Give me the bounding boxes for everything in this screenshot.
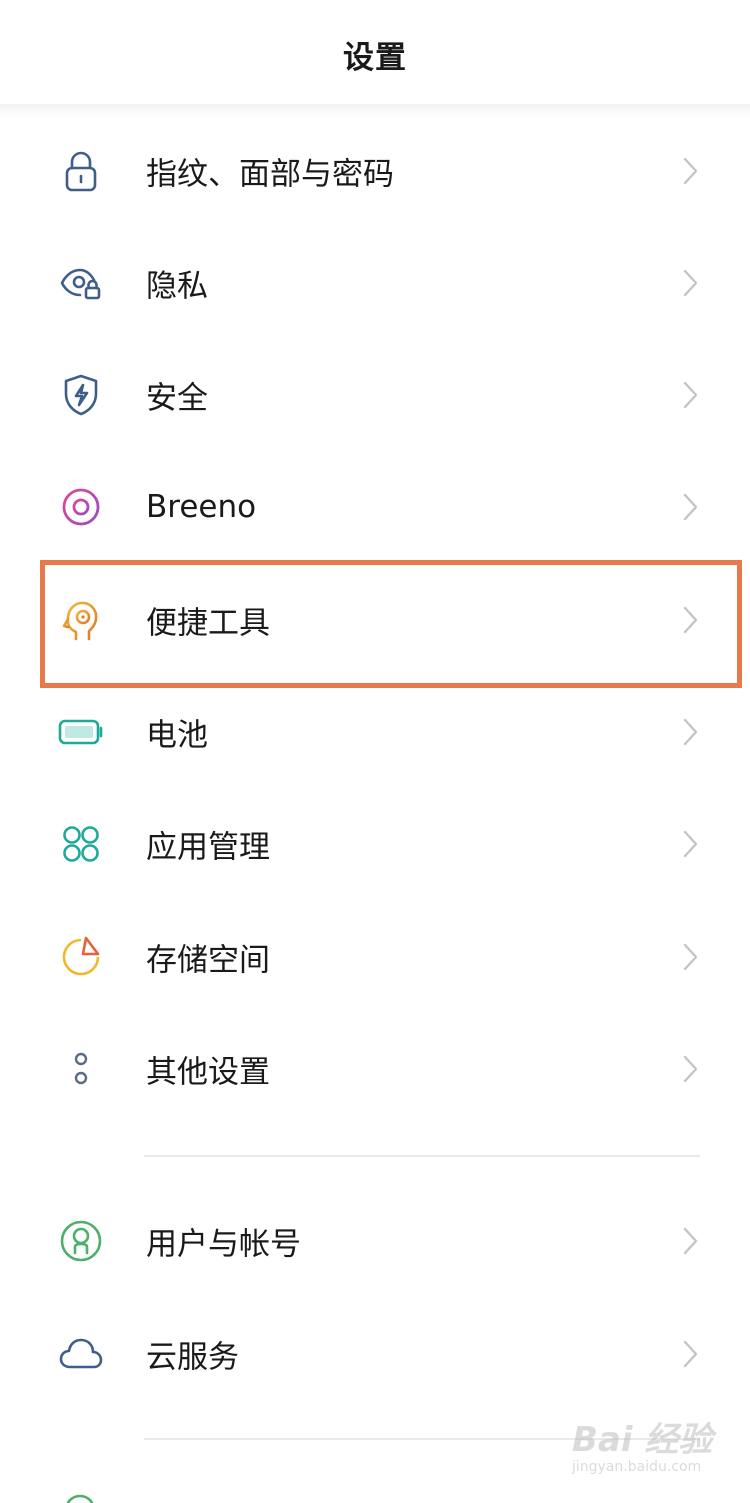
settings-item-app-management[interactable]: 应用管理 [0,788,750,900]
settings-item-storage[interactable]: 存储空间 [0,901,750,1013]
settings-item-label: 应用管理 [146,829,270,866]
settings-item-users-accounts[interactable]: 用户与帐号 [0,1185,750,1297]
app-grid-icon [50,813,112,875]
head-tool-icon [50,589,112,651]
battery-icon [50,701,112,763]
settings-item-convenience-tools[interactable]: 便捷工具 [0,564,750,676]
settings-item-label: 用户与帐号 [146,1226,301,1263]
section-divider [144,1155,700,1157]
settings-item-label: 安全 [146,380,208,417]
settings-item-fingerprint-face-password[interactable]: 指纹、面部与密码 [0,115,750,227]
chevron-right-icon [683,1340,698,1368]
breeno-ring-icon [50,476,112,538]
settings-item-other-settings[interactable]: 其他设置 [0,1013,750,1125]
privacy-eye-icon [50,252,112,314]
title-bar: 设置 [0,0,750,108]
chevron-right-icon [683,943,698,971]
settings-item-label: 其他设置 [146,1054,270,1091]
chevron-right-icon [683,830,698,858]
chevron-right-icon [683,381,698,409]
storage-pie-icon [50,926,112,988]
settings-item-privacy[interactable]: 隐私 [0,227,750,339]
baidu-jingyan-watermark: Bai 经验 jingyan.baidu.com [572,1412,722,1494]
chevron-right-icon [683,269,698,297]
settings-item-breeno[interactable]: Breeno [0,451,750,563]
chevron-right-icon [683,606,698,634]
settings-item-label: 云服务 [146,1339,239,1376]
settings-item-label: 便捷工具 [146,605,270,642]
page-title: 设置 [343,39,407,76]
settings-item-battery[interactable]: 电池 [0,676,750,788]
chevron-right-icon [683,1055,698,1083]
shield-bolt-icon [50,364,112,426]
cloud-icon [50,1323,112,1385]
settings-item-label: Breeno [146,489,257,525]
chevron-right-icon [683,718,698,746]
watermark-logo: Bai 经验 [572,1420,713,1460]
chevron-right-icon [683,1227,698,1255]
settings-item-label: 指纹、面部与密码 [146,156,394,193]
settings-item-security[interactable]: 安全 [0,339,750,451]
settings-item-label: 电池 [146,717,208,754]
partial-next-item-icon [62,1492,98,1503]
chevron-right-icon [683,493,698,521]
chevron-right-icon [683,157,698,185]
settings-item-label: 存储空间 [146,942,270,979]
watermark-url: jingyan.baidu.com [572,1459,702,1475]
user-icon [50,1210,112,1272]
settings-item-label: 隐私 [146,268,208,305]
more-dots-icon [50,1038,112,1100]
settings-item-cloud-service[interactable]: 云服务 [0,1298,750,1410]
lock-icon [50,140,112,202]
